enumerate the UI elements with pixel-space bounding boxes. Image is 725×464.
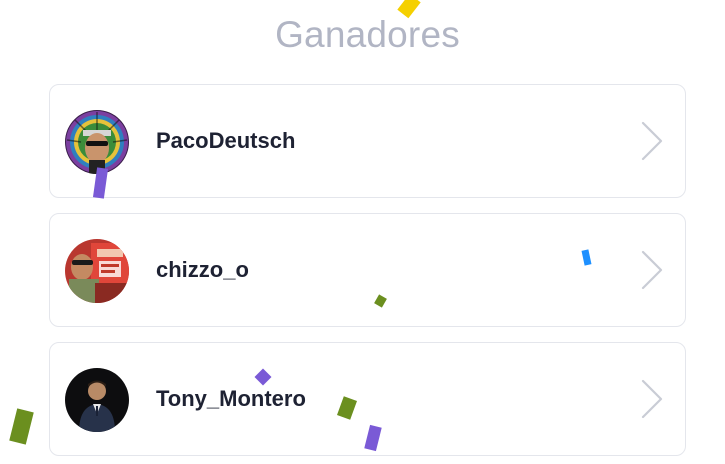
confetti-piece <box>9 408 34 445</box>
winner-card[interactable]: chizzo_o <box>49 213 686 327</box>
chevron-right-icon[interactable] <box>639 377 665 421</box>
avatar-photo-icon <box>65 239 129 303</box>
avatar <box>65 110 129 174</box>
winners-list: PacoDeutsch chizzo_o Tony_Montero <box>49 84 686 464</box>
winner-card[interactable]: PacoDeutsch <box>49 84 686 198</box>
chevron-right-icon[interactable] <box>639 119 665 163</box>
chevron-right-icon[interactable] <box>639 248 665 292</box>
avatar-headdress-icon <box>65 110 129 174</box>
winner-username: Tony_Montero <box>156 386 306 411</box>
avatar-suit-icon <box>65 368 129 432</box>
avatar <box>65 368 129 432</box>
winners-page: Ganadores PacoDeutsch chizzo_o Tony_Mont… <box>0 0 725 464</box>
avatar <box>65 239 129 303</box>
winner-username: chizzo_o <box>156 257 249 282</box>
page-title: Ganadores <box>275 14 460 55</box>
winner-username: PacoDeutsch <box>156 128 296 153</box>
winner-card[interactable]: Tony_Montero <box>49 342 686 456</box>
